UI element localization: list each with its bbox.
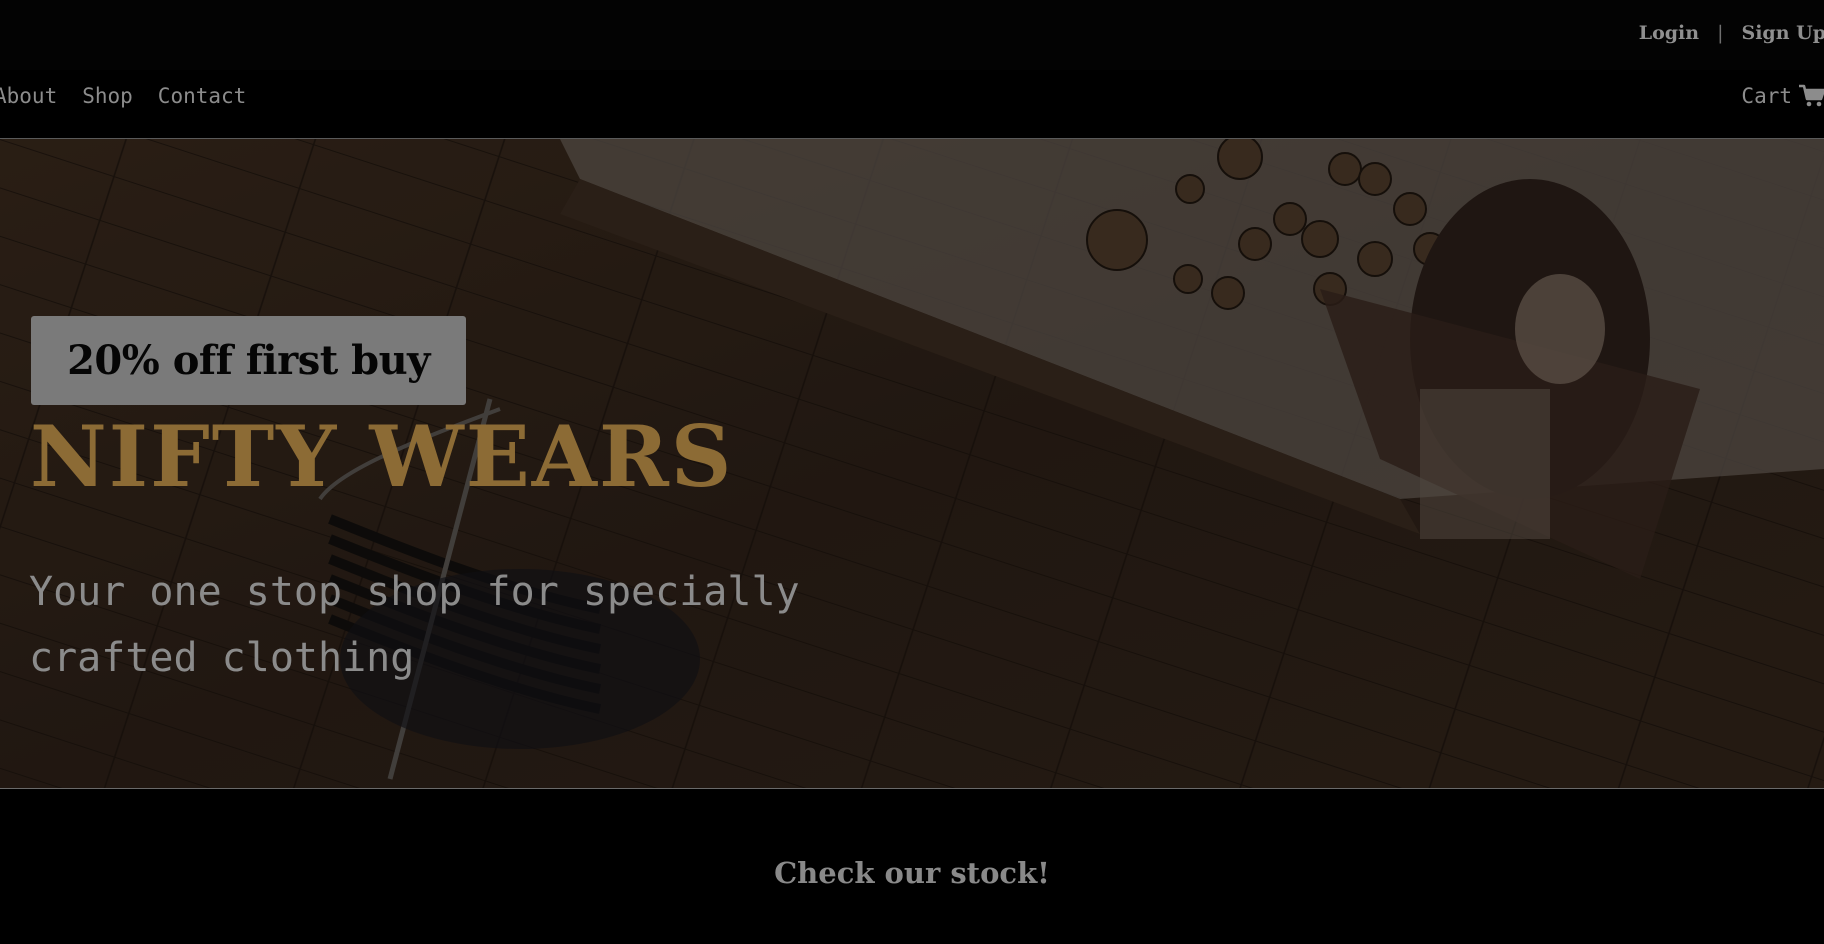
shopping-cart-icon bbox=[1798, 84, 1824, 108]
nav-links: About Shop Contact bbox=[0, 84, 246, 108]
cart-label: Cart bbox=[1741, 84, 1792, 108]
nav-link-shop[interactable]: Shop bbox=[82, 84, 133, 108]
hero-banner: 20% off first buy NIFTY WEARS Your one s… bbox=[0, 139, 1824, 789]
signup-link[interactable]: Sign Up bbox=[1741, 22, 1824, 44]
section-heading: Check our stock! bbox=[774, 856, 1050, 890]
login-link[interactable]: Login bbox=[1639, 22, 1699, 44]
auth-links: Login | Sign Up bbox=[1639, 22, 1824, 44]
promo-badge: 20% off first buy bbox=[31, 316, 466, 405]
hero-tagline: Your one stop shop for specially crafted… bbox=[29, 569, 800, 681]
auth-separator: | bbox=[1717, 22, 1724, 44]
brand-title: NIFTY WEARS bbox=[30, 407, 734, 506]
top-bar: Login | Sign Up bbox=[0, 0, 1824, 70]
nav-link-contact[interactable]: Contact bbox=[158, 84, 247, 108]
nav-link-about[interactable]: About bbox=[0, 84, 57, 108]
main-navbar: About Shop Contact Cart bbox=[0, 70, 1824, 139]
cart-button[interactable]: Cart bbox=[1741, 84, 1824, 108]
